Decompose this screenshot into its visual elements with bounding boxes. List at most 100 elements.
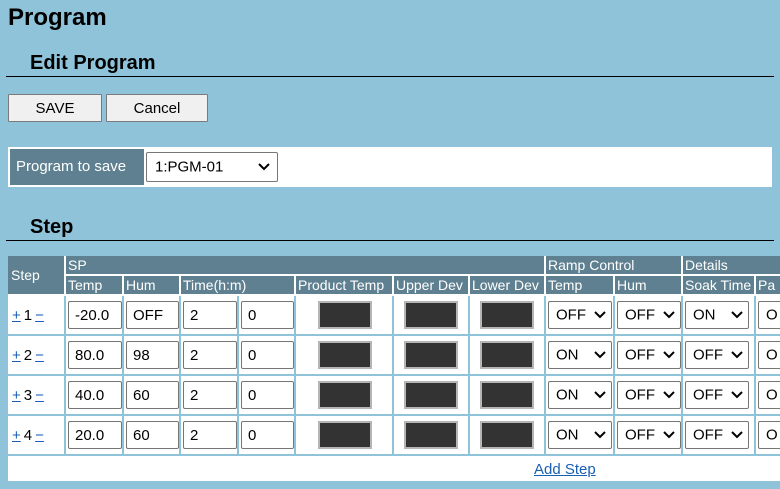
upper-dev-field [404,341,458,369]
hours-cell [181,416,239,456]
ramp-hum-select[interactable]: OFF [617,341,681,369]
lower-dev-field [480,341,534,369]
upper-dev-field [404,421,458,449]
add-step-above-button[interactable]: + [12,427,21,444]
cancel-button[interactable]: Cancel [106,94,208,122]
chevron-down-icon [594,351,606,359]
soak-time-select[interactable]: OFF [685,341,749,369]
step-heading: Step [30,216,74,238]
save-button[interactable]: SAVE [8,94,102,122]
hum-input[interactable] [126,381,179,409]
pa-select[interactable]: O [758,381,780,409]
add-step-above-button[interactable]: + [12,347,21,364]
minutes-input[interactable] [241,381,294,409]
step-cell: +3− [8,376,66,416]
ramp-temp-value: ON [556,346,579,364]
hours-cell [181,336,239,376]
hours-input[interactable] [183,341,237,369]
hours-input[interactable] [183,301,237,329]
soak-time-select[interactable]: ON [685,301,749,329]
hum-cell [124,376,181,416]
column-header-soak-time: Soak Time [683,276,756,296]
ramp-temp-select[interactable]: ON [548,341,612,369]
hours-input[interactable] [183,381,237,409]
add-step-row [8,456,780,478]
ramp-temp-select[interactable]: ON [548,421,612,449]
remove-step-button[interactable]: − [35,347,44,364]
program-to-save-select[interactable]: 1:PGM-01 [146,152,278,182]
minutes-input[interactable] [241,341,294,369]
hum-cell [124,336,181,376]
upper-dev-field [404,301,458,329]
hours-input[interactable] [183,421,237,449]
divider [6,240,774,241]
lower-dev-cell [470,376,546,416]
lower-dev-field [480,421,534,449]
lower-dev-cell [470,296,546,336]
step-table-container[interactable]: Step SP Ramp Control Details Temp Hum Ti… [8,256,780,481]
temp-input[interactable] [68,341,122,369]
step-cell: +4− [8,416,66,456]
chevron-down-icon [663,431,675,439]
remove-step-button[interactable]: − [35,307,44,324]
temp-input[interactable] [68,421,122,449]
hum-input[interactable] [126,301,179,329]
table-row: +4− ON OFF OFF O [8,416,780,456]
lower-dev-cell [470,336,546,376]
ramp-hum-value: OFF [625,306,655,324]
column-header-step: Step [8,256,66,296]
temp-input[interactable] [68,381,122,409]
pa-value: O [766,306,778,324]
ramp-hum-select[interactable]: OFF [617,301,681,329]
temp-input[interactable] [68,301,122,329]
add-step-above-button[interactable]: + [12,307,21,324]
column-header-ramp-hum: Hum [615,276,683,296]
ramp-temp-cell: OFF [546,296,615,336]
hours-cell [181,376,239,416]
hum-input[interactable] [126,341,179,369]
pa-select[interactable]: O [758,341,780,369]
pa-select[interactable]: O [758,421,780,449]
remove-step-button[interactable]: − [35,427,44,444]
column-group-details: Details [683,256,780,276]
ramp-hum-select[interactable]: OFF [617,381,681,409]
pa-value: O [766,386,778,404]
column-header-product-temp: Product Temp [296,276,394,296]
pa-select[interactable]: O [758,301,780,329]
temp-cell [66,336,124,376]
ramp-hum-cell: OFF [615,336,683,376]
upper-dev-field [404,381,458,409]
step-number: 4 [23,426,33,444]
soak-time-cell: ON [683,296,756,336]
add-step-above-button[interactable]: + [12,387,21,404]
product-temp-cell [296,416,394,456]
soak-time-cell: OFF [683,416,756,456]
add-step-link[interactable]: Add Step [534,461,596,478]
ramp-hum-select[interactable]: OFF [617,421,681,449]
step-number: 3 [23,386,33,404]
soak-time-select[interactable]: OFF [685,421,749,449]
ramp-hum-value: OFF [625,386,655,404]
ramp-temp-value: OFF [556,306,586,324]
minutes-input[interactable] [241,421,294,449]
program-to-save-label: Program to save [10,149,144,185]
step-number: 2 [23,346,33,364]
remove-step-button[interactable]: − [35,387,44,404]
minutes-cell [239,296,296,336]
pa-value: O [766,426,778,444]
hum-input[interactable] [126,421,179,449]
ramp-temp-cell: ON [546,416,615,456]
chevron-down-icon [594,431,606,439]
lower-dev-field [480,381,534,409]
ramp-temp-select[interactable]: OFF [548,301,612,329]
column-group-ramp-control: Ramp Control [546,256,683,276]
minutes-cell [239,336,296,376]
lower-dev-field [480,301,534,329]
ramp-temp-select[interactable]: ON [548,381,612,409]
chevron-down-icon [663,391,675,399]
lower-dev-cell [470,416,546,456]
program-to-save-panel: Program to save 1:PGM-01 [8,147,772,187]
minutes-input[interactable] [241,301,294,329]
soak-time-select[interactable]: OFF [685,381,749,409]
product-temp-field [318,301,372,329]
